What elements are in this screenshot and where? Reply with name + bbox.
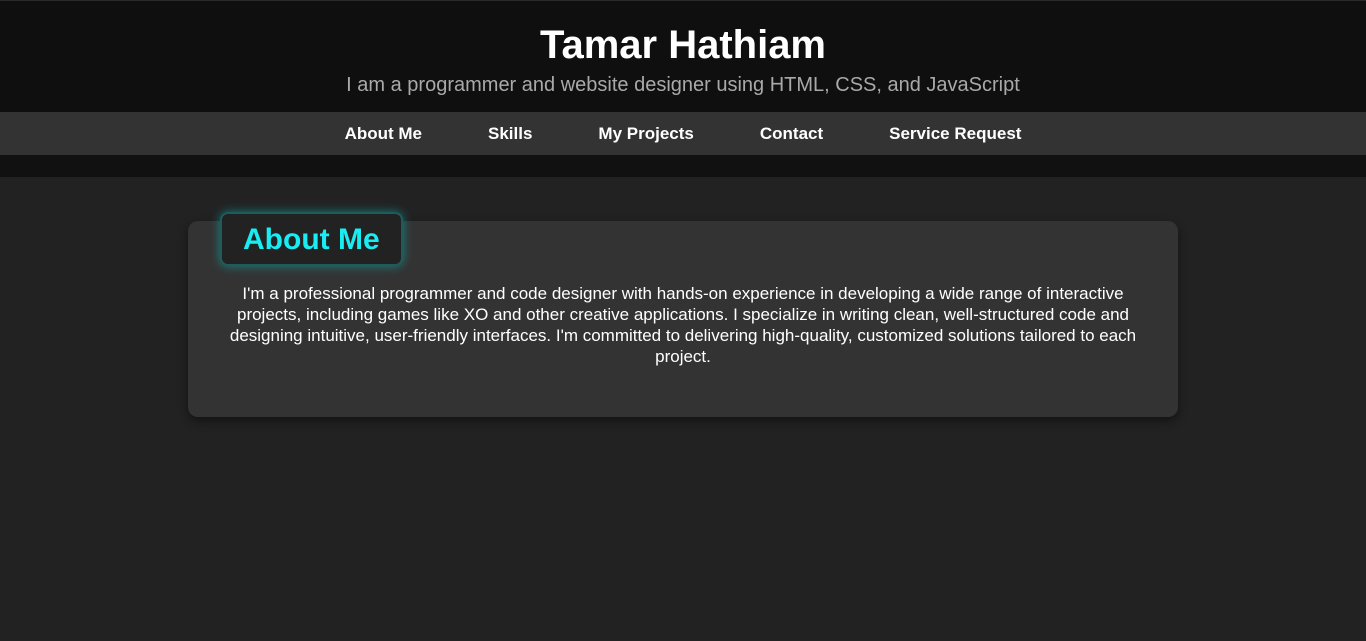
- site-title: Tamar Hathiam: [539, 23, 826, 67]
- nav-divider-band: [0, 155, 1366, 177]
- about-me-heading: About Me: [220, 211, 403, 266]
- nav-item-skills[interactable]: Skills: [488, 124, 532, 144]
- nav-item-service-request[interactable]: Service Request: [889, 124, 1021, 144]
- nav-item-about-me[interactable]: About Me: [345, 124, 422, 144]
- site-header: Tamar Hathiam I am a programmer and webs…: [0, 0, 1366, 112]
- nav-item-my-projects[interactable]: My Projects: [598, 124, 693, 144]
- nav-item-contact[interactable]: Contact: [760, 124, 823, 144]
- main-nav: About Me Skills My Projects Contact Serv…: [0, 112, 1366, 155]
- site-subtitle: I am a programmer and website designer u…: [346, 74, 1020, 96]
- about-me-text: I'm a professional programmer and code d…: [229, 284, 1137, 366]
